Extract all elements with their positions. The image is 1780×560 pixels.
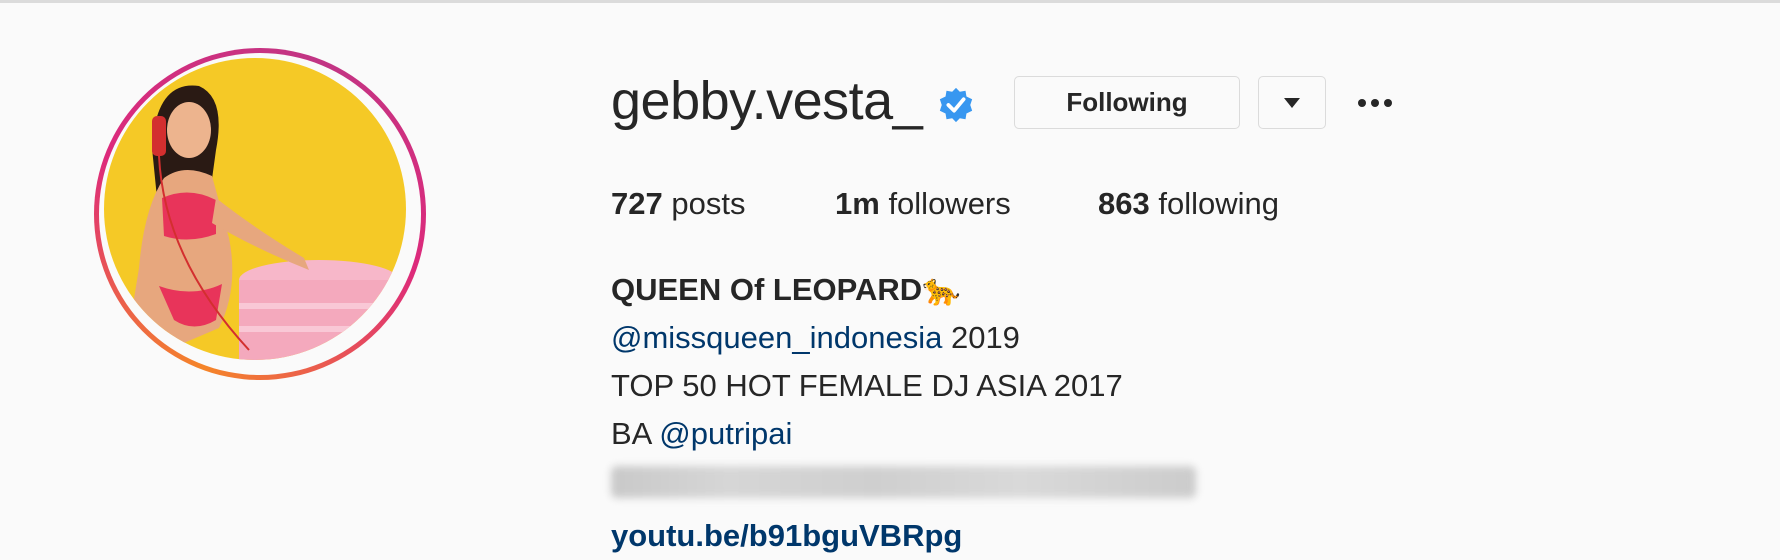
followers-stat[interactable]: 1m followers — [835, 186, 1011, 222]
redacted-line — [611, 458, 1196, 512]
suggestions-dropdown-button[interactable] — [1258, 76, 1326, 129]
bio-line-1: @missqueen_indonesia 2019 — [611, 314, 1196, 362]
top-divider — [0, 0, 1780, 3]
story-ring[interactable] — [94, 48, 426, 380]
full-name: QUEEN Of LEOPARD🐆 — [611, 272, 961, 307]
ellipsis-icon — [1384, 99, 1392, 107]
followers-label: followers — [888, 186, 1011, 221]
following-button[interactable]: Following — [1014, 76, 1240, 129]
mention-link[interactable]: @missqueen_indonesia — [611, 320, 942, 355]
ellipsis-icon — [1358, 99, 1366, 107]
username: gebby.vesta_ — [611, 71, 923, 131]
bio-line-3-prefix: BA — [611, 416, 660, 451]
more-options-button[interactable] — [1350, 88, 1400, 118]
caret-down-icon — [1284, 97, 1300, 108]
following-label: following — [1158, 186, 1279, 221]
bio: QUEEN Of LEOPARD🐆 @missqueen_indonesia 2… — [611, 266, 1196, 560]
posts-label: posts — [671, 186, 746, 221]
website-link[interactable]: youtu.be/b91bguVBRpg — [611, 512, 1196, 560]
ellipsis-icon — [1371, 99, 1379, 107]
avatar-image — [104, 58, 406, 360]
following-stat[interactable]: 863 following — [1098, 186, 1279, 222]
posts-stat: 727 posts — [611, 186, 745, 222]
verified-badge-icon — [939, 87, 973, 123]
mention-link[interactable]: @putripai — [659, 416, 792, 451]
bio-line-2: TOP 50 HOT FEMALE DJ ASIA 2017 — [611, 368, 1123, 403]
bio-line-1-text: 2019 — [942, 320, 1020, 355]
following-count: 863 — [1098, 186, 1150, 221]
posts-count: 727 — [611, 186, 663, 221]
followers-count: 1m — [835, 186, 880, 221]
avatar[interactable] — [104, 58, 406, 360]
blurred-text — [611, 466, 1196, 498]
bio-line-3: BA @putripai — [611, 410, 1196, 458]
